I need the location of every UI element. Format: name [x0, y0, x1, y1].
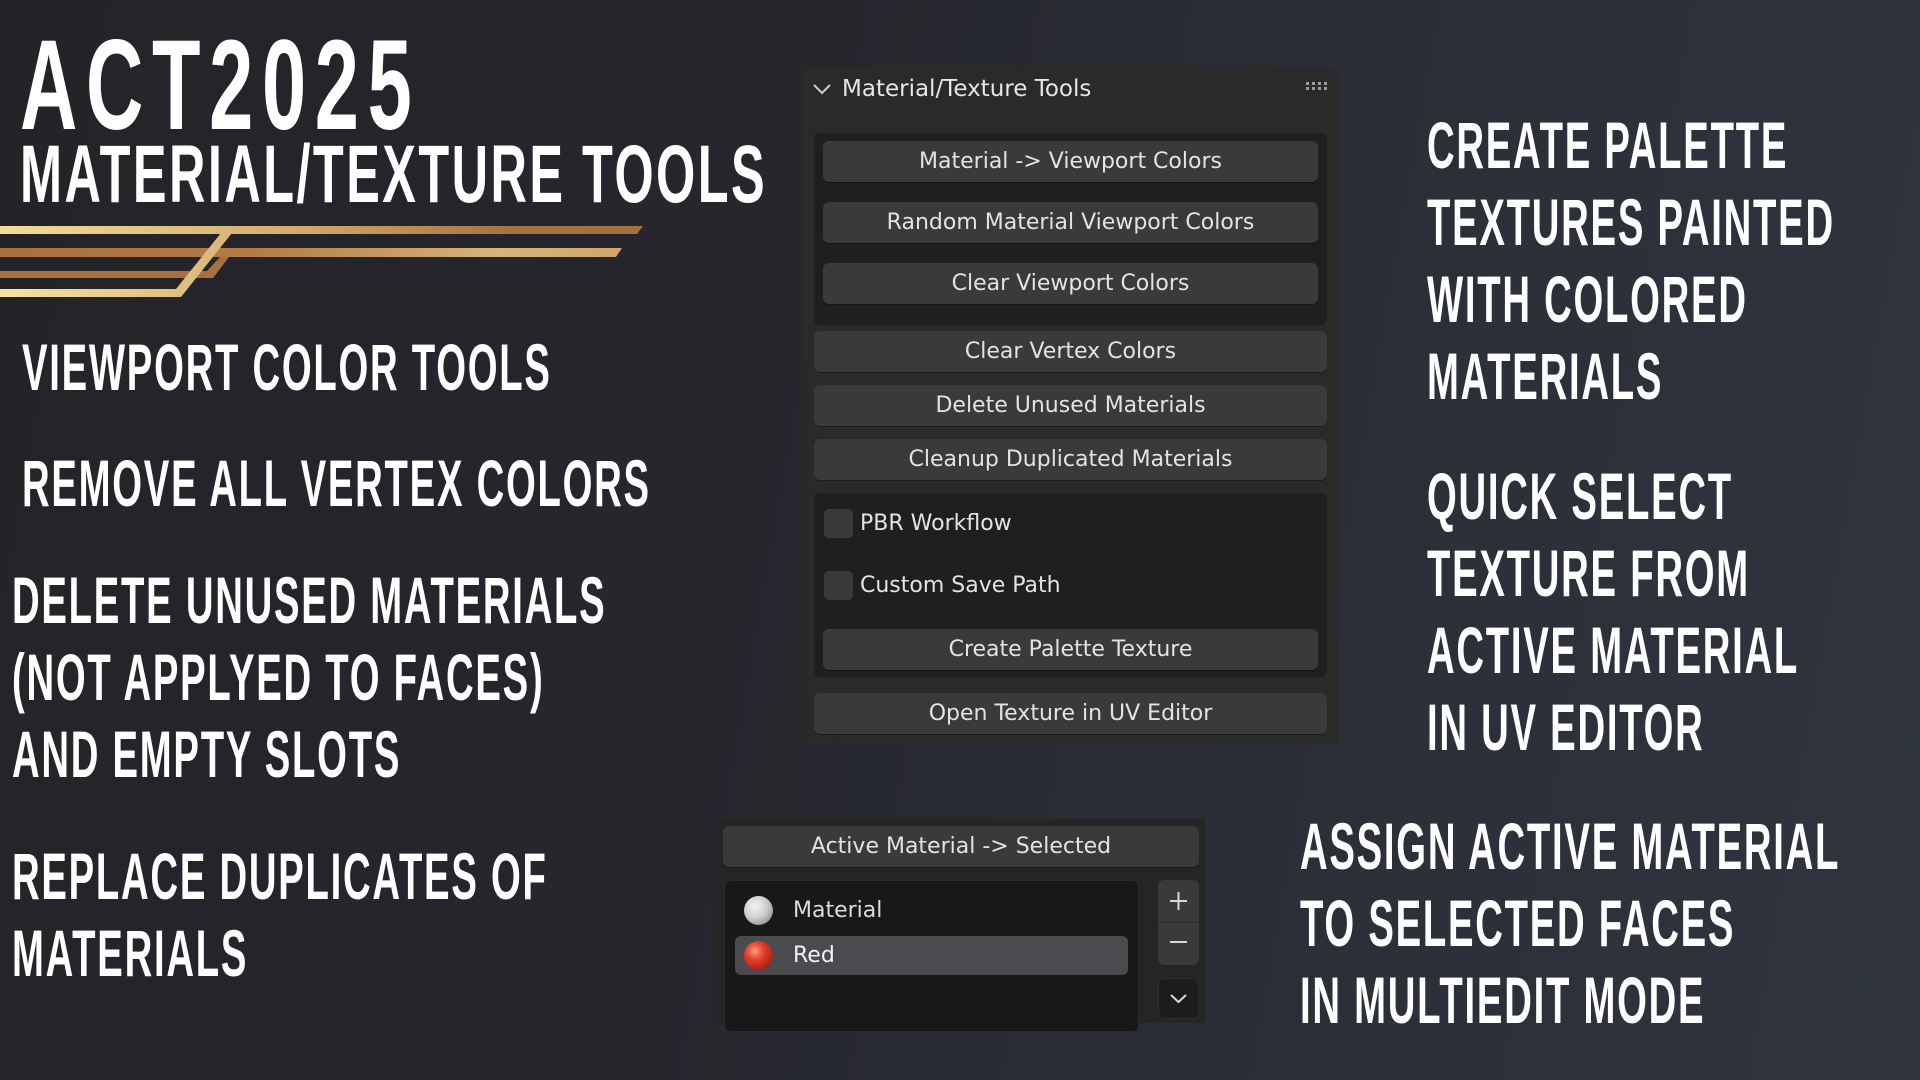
pbr-workflow-label: PBR Workflow	[860, 511, 1012, 536]
feature-line: REMOVE ALL VERTEX COLORS	[22, 446, 651, 520]
material-preview-icon	[744, 941, 773, 970]
material-preview-icon	[744, 896, 773, 925]
active-material-to-selected-button[interactable]: Active Material -> Selected	[723, 826, 1199, 867]
feature-line: AND EMPTY SLOTS	[12, 717, 402, 791]
active-material-panel: Active Material -> Selected Material Red	[713, 819, 1205, 1032]
material-slot-item[interactable]: Material	[735, 891, 1128, 930]
product-subtitle: MATERIAL/TEXTURE TOOLS	[20, 129, 768, 220]
pbr-workflow-checkbox[interactable]	[824, 509, 853, 538]
material-to-viewport-colors-button[interactable]: Material -> Viewport Colors	[823, 141, 1318, 182]
clear-vertex-colors-button[interactable]: Clear Vertex Colors	[814, 331, 1327, 372]
material-texture-tools-panel: Material/Texture Tools Material -> Viewp…	[802, 68, 1339, 743]
panel-title: Material/Texture Tools	[842, 76, 1092, 102]
material-slot-name: Red	[793, 943, 835, 968]
feature-create-palette: CREATE PALETTE TEXTURES PAINTED WITH COL…	[1427, 107, 1835, 415]
feature-line: TO SELECTED FACES	[1300, 886, 1736, 960]
minus-icon	[1170, 941, 1187, 943]
feature-line: MATERIALS	[1427, 339, 1664, 413]
feature-line: QUICK SELECT	[1427, 459, 1733, 533]
feature-delete-unused: DELETE UNUSED MATERIALS (NOT APPLYED TO …	[12, 562, 606, 793]
create-palette-texture-button[interactable]: Create Palette Texture	[823, 629, 1318, 670]
add-slot-button[interactable]	[1158, 880, 1199, 922]
feature-line: ASSIGN ACTIVE MATERIAL	[1300, 809, 1841, 883]
cleanup-duplicated-materials-button[interactable]: Cleanup Duplicated Materials	[814, 439, 1327, 480]
slot-specials-button[interactable]	[1158, 978, 1199, 1019]
plus-icon	[1170, 892, 1187, 910]
feature-line: REPLACE DUPLICATES OF	[12, 839, 548, 913]
feature-line: MATERIALS	[12, 916, 249, 990]
feature-line: DELETE UNUSED MATERIALS	[12, 563, 607, 637]
drag-handle-icon[interactable]	[1306, 82, 1328, 90]
feature-line: TEXTURES PAINTED	[1427, 185, 1835, 259]
random-material-viewport-colors-button[interactable]: Random Material Viewport Colors	[823, 202, 1318, 243]
delete-unused-materials-button[interactable]: Delete Unused Materials	[814, 385, 1327, 426]
feature-line: (NOT APPLYED TO FACES)	[12, 640, 545, 714]
material-slot-item-selected[interactable]: Red	[735, 936, 1128, 975]
remove-slot-button[interactable]	[1158, 923, 1199, 965]
viewport-colors-group: Material -> Viewport Colors Random Mater…	[814, 133, 1327, 325]
feature-replace-duplicates: REPLACE DUPLICATES OF MATERIALS	[12, 838, 548, 992]
feature-line: VIEWPORT COLOR TOOLS	[22, 330, 552, 404]
feature-line: IN UV EDITOR	[1427, 690, 1705, 764]
feature-line: CREATE PALETTE	[1427, 108, 1789, 182]
clear-viewport-colors-button[interactable]: Clear Viewport Colors	[823, 263, 1318, 304]
gold-line-2	[0, 248, 622, 257]
slot-add-remove-group	[1158, 880, 1199, 965]
open-texture-uv-editor-button[interactable]: Open Texture in UV Editor	[814, 693, 1327, 734]
feature-viewport-color-tools: VIEWPORT COLOR TOOLS	[22, 329, 552, 406]
feature-line: TEXTURE FROM	[1427, 536, 1750, 610]
feature-assign-active-material: ASSIGN ACTIVE MATERIAL TO SELECTED FACES…	[1300, 808, 1840, 1039]
feature-line: IN MULTIEDIT MODE	[1300, 963, 1706, 1037]
gold-line-4	[0, 233, 232, 297]
chevron-down-icon	[1170, 994, 1187, 1004]
custom-save-path-checkbox[interactable]	[824, 571, 853, 600]
gold-line-1	[0, 226, 643, 234]
custom-save-path-label: Custom Save Path	[860, 573, 1061, 598]
panel-header[interactable]: Material/Texture Tools	[802, 68, 1339, 110]
material-slot-name: Material	[793, 898, 883, 923]
feature-quick-select-texture: QUICK SELECT TEXTURE FROM ACTIVE MATERIA…	[1427, 458, 1799, 766]
chevron-down-icon[interactable]	[812, 82, 832, 96]
feature-remove-vertex-colors: REMOVE ALL VERTEX COLORS	[22, 445, 651, 522]
feature-line: WITH COLORED	[1427, 262, 1748, 336]
palette-texture-group: PBR Workflow Custom Save Path Create Pal…	[814, 493, 1327, 677]
feature-line: ACTIVE MATERIAL	[1427, 613, 1800, 687]
material-slot-list[interactable]: Material Red	[724, 880, 1139, 1032]
